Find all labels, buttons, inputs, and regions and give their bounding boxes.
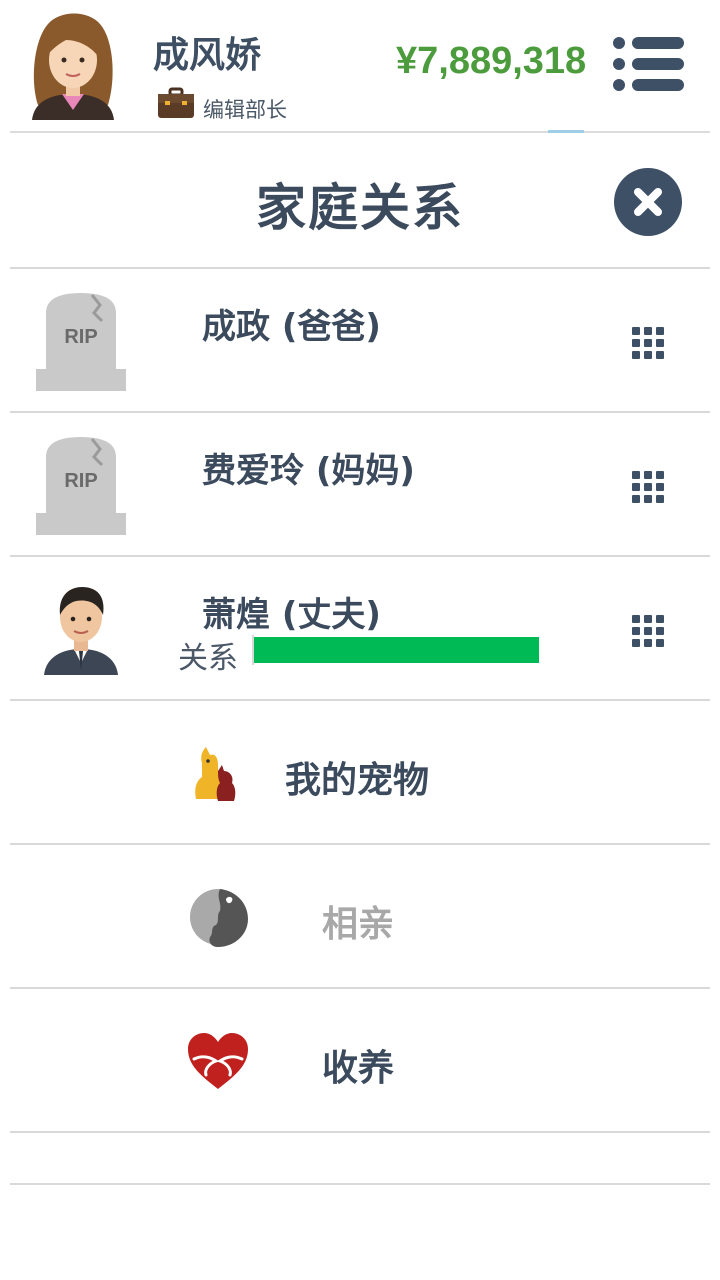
family-member-name: 萧煌 (丈夫): [202, 595, 381, 635]
top-bar: 成风娇 编辑部长 ¥7,889,318: [0, 0, 720, 131]
family-member-name: 成政 (爸爸): [202, 307, 381, 347]
female-avatar[interactable]: [28, 10, 118, 120]
family-member-row[interactable]: RIP 费爱玲 (妈妈): [10, 413, 710, 555]
close-button[interactable]: [614, 168, 682, 236]
divider: [10, 1183, 710, 1185]
family-member-row[interactable]: 萧煌 (丈夫) 关系: [10, 557, 710, 699]
close-icon: [634, 188, 662, 216]
job-title: 编辑部长: [203, 98, 287, 122]
adopt-heart-icon: [188, 1033, 248, 1089]
menu-label: 相亲: [322, 904, 395, 945]
menu-icon[interactable]: [610, 34, 686, 94]
grid-icon[interactable]: [628, 611, 668, 651]
briefcase-icon: [158, 87, 194, 118]
relation-label: 关系: [178, 641, 238, 676]
money-balance: ¥7,889,318: [396, 40, 587, 82]
scroll-indicator: [548, 130, 584, 133]
grid-icon[interactable]: [628, 467, 668, 507]
male-avatar: [44, 587, 118, 675]
rip-text: RIP: [64, 470, 97, 492]
rip-text: RIP: [64, 326, 97, 348]
user-name: 成风娇: [153, 35, 262, 76]
dating-button[interactable]: 相亲: [10, 845, 710, 987]
header-divider: [10, 131, 710, 133]
pets-icon: [195, 747, 236, 801]
grid-icon[interactable]: [628, 323, 668, 363]
adopt-button[interactable]: 收养: [10, 989, 710, 1131]
pets-button[interactable]: 我的宠物: [10, 701, 710, 843]
tombstone-rip-icon: RIP: [36, 293, 126, 391]
family-member-row[interactable]: RIP 成政 (爸爸): [10, 269, 710, 411]
page-title: 家庭关系: [256, 179, 464, 237]
family-member-name: 费爱玲 (妈妈): [202, 451, 415, 491]
tombstone-rip-icon: RIP: [36, 437, 126, 535]
relation-progress-fill: [254, 637, 540, 663]
dating-icon: [190, 889, 248, 947]
divider: [10, 1131, 710, 1133]
relation-progress-bar: [252, 635, 542, 665]
menu-label: 我的宠物: [285, 760, 430, 801]
menu-label: 收养: [322, 1048, 395, 1089]
